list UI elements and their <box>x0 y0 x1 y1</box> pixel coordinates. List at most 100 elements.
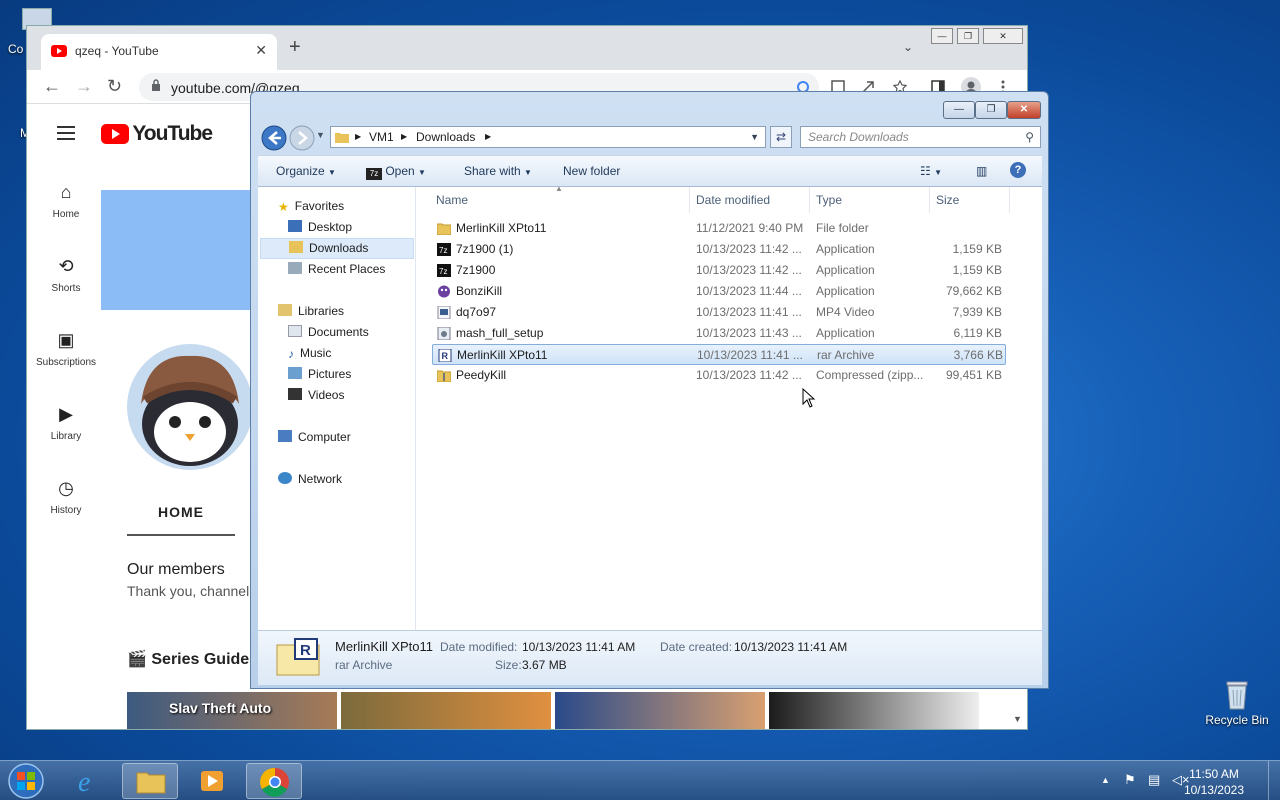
video-thumbnail[interactable] <box>769 692 979 729</box>
open-label: Open <box>385 164 415 178</box>
video-file-icon <box>437 306 451 319</box>
organize-button[interactable]: Organize ▼ <box>276 164 336 178</box>
search-icon[interactable]: ⚲ <box>1025 127 1034 147</box>
file-row[interactable]: BonziKill 10/13/2023 11:44 ... Applicati… <box>432 281 1006 302</box>
taskbar-media-player[interactable] <box>184 763 240 799</box>
file-date: 10/13/2023 11:41 ... <box>697 348 803 362</box>
file-row[interactable]: dq7o97 10/13/2023 11:41 ... MP4 Video 7,… <box>432 302 1006 323</box>
nav-music[interactable]: ♪ Music <box>288 346 331 361</box>
column-header-date[interactable]: Date modified <box>690 187 810 213</box>
file-row[interactable]: mash_full_setup 10/13/2023 11:43 ... App… <box>432 323 1006 344</box>
nav-desktop[interactable]: Desktop <box>288 220 352 234</box>
file-type: Compressed (zipp... <box>816 368 924 382</box>
explorer-window[interactable]: — ❐ ✕ ▼ ▶ VM1 ▶ Downloads ▶ ▼ ⇄ Search D… <box>250 91 1049 689</box>
back-arrow-icon[interactable] <box>261 125 287 151</box>
sidebar-item-subscriptions[interactable]: ▣ Subscriptions <box>27 330 105 368</box>
refresh-icon[interactable]: ⇄ <box>770 126 792 148</box>
chrome-close-button[interactable]: ✕ <box>983 28 1023 44</box>
column-header-name[interactable]: Name <box>430 187 690 213</box>
media-player-icon <box>201 771 223 791</box>
help-icon[interactable]: ? <box>1010 162 1026 178</box>
sidebar-item-shorts[interactable]: ⟲ Shorts <box>27 256 105 294</box>
recent-pages-chevron-icon[interactable]: ▼ <box>316 130 325 140</box>
breadcrumb-chevron-icon[interactable]: ▶ <box>355 127 361 147</box>
file-row[interactable]: MerlinKill XPto11 11/12/2021 9:40 PM Fil… <box>432 218 1006 239</box>
nav-downloads[interactable]: Downloads <box>260 238 414 259</box>
sidebar-item-library[interactable]: ▶ Library <box>27 404 105 442</box>
nav-videos[interactable]: Videos <box>288 388 344 402</box>
breadcrumb-downloads[interactable]: Downloads <box>416 127 475 147</box>
video-thumbnail[interactable]: Slav Theft Auto <box>127 692 337 729</box>
nav-pictures[interactable]: Pictures <box>288 367 351 381</box>
channel-avatar[interactable] <box>127 344 253 470</box>
nav-documents[interactable]: Documents <box>288 325 369 339</box>
forward-button[interactable]: → <box>75 76 93 97</box>
sidebar-item-home[interactable]: ⌂ Home <box>27 182 105 220</box>
chrome-restore-button[interactable]: ❐ <box>957 28 979 44</box>
members-subtitle: Thank you, channel <box>127 583 250 599</box>
nav-favorites[interactable]: ★ Favorites <box>278 199 344 214</box>
file-date: 10/13/2023 11:44 ... <box>696 284 802 298</box>
explorer-minimize-button[interactable]: — <box>943 101 975 119</box>
new-tab-button[interactable]: + <box>289 36 301 59</box>
tab-search-icon[interactable]: ⌄ <box>903 40 913 54</box>
file-row[interactable]: 7z 7z1900 (1) 10/13/2023 11:42 ... Appli… <box>432 239 1006 260</box>
nav-label: Desktop <box>308 220 353 234</box>
explorer-maximize-button[interactable]: ❐ <box>975 101 1007 119</box>
action-center-flag-icon[interactable]: ⚑ <box>1124 772 1136 788</box>
breadcrumb-vm1[interactable]: VM1 <box>369 127 394 147</box>
view-options-icon[interactable]: ☷ ▼ <box>920 164 942 178</box>
explorer-close-button[interactable]: ✕ <box>1007 101 1041 119</box>
file-row[interactable]: 7z 7z1900 10/13/2023 11:42 ... Applicati… <box>432 260 1006 281</box>
address-dropdown-icon[interactable]: ▼ <box>750 127 759 147</box>
back-button[interactable]: ← <box>43 76 61 97</box>
rar-icon: R <box>438 349 452 362</box>
preview-pane-icon[interactable]: ▥ <box>976 164 987 178</box>
file-row-selected[interactable]: R MerlinKill XPto11 10/13/2023 11:41 ...… <box>432 344 1006 365</box>
details-size-label: Size: <box>495 658 522 672</box>
svg-text:e: e <box>78 767 90 798</box>
tab-close-icon[interactable]: ✕ <box>255 42 267 59</box>
show-desktop-button[interactable] <box>1268 761 1280 800</box>
nav-network[interactable]: Network <box>278 472 342 486</box>
youtube-logo[interactable]: YouTube <box>101 122 213 146</box>
system-clock[interactable]: 11:50 AM 10/13/2023 <box>1184 766 1244 798</box>
breadcrumb-chevron-icon[interactable]: ▶ <box>485 127 491 147</box>
details-filename: MerlinKill XPto11 <box>335 639 434 654</box>
taskbar-file-explorer[interactable] <box>122 763 178 799</box>
forward-arrow-icon[interactable] <box>289 125 315 151</box>
search-input[interactable]: Search Downloads ⚲ <box>800 126 1041 148</box>
music-icon: ♪ <box>288 347 294 361</box>
browser-tab[interactable]: qzeq - YouTube ✕ <box>41 34 277 70</box>
network-tray-icon[interactable]: ▤ <box>1148 772 1160 788</box>
hamburger-menu-icon[interactable] <box>57 126 75 144</box>
tray-expand-icon[interactable]: ▲ <box>1101 775 1110 785</box>
nav-libraries[interactable]: Libraries <box>278 304 344 318</box>
sidebar-item-label: History <box>50 505 82 516</box>
sidebar-item-label: Home <box>52 209 80 220</box>
chrome-minimize-button[interactable]: — <box>931 28 953 44</box>
column-header-type[interactable]: Type <box>810 187 930 213</box>
tab-home[interactable]: HOME <box>127 504 235 520</box>
taskbar-chrome[interactable] <box>246 763 302 799</box>
breadcrumb-chevron-icon[interactable]: ▶ <box>401 127 407 147</box>
reload-button[interactable]: ↻ <box>107 76 122 97</box>
nav-label: Documents <box>308 325 369 339</box>
libraries-icon <box>278 304 292 316</box>
sidebar-item-history[interactable]: ◷ History <box>27 478 105 516</box>
column-header-size[interactable]: Size <box>930 187 1010 213</box>
address-bar[interactable]: ▶ VM1 ▶ Downloads ▶ ▼ <box>330 126 766 148</box>
taskbar-internet-explorer[interactable]: e <box>62 763 118 799</box>
open-button[interactable]: 7z Open ▼ <box>366 164 426 180</box>
nav-computer[interactable]: Computer <box>278 430 351 444</box>
share-with-button[interactable]: Share with ▼ <box>464 164 532 178</box>
file-date: 10/13/2023 11:42 ... <box>696 242 802 256</box>
video-thumbnail[interactable] <box>341 692 551 729</box>
recycle-bin[interactable]: Recycle Bin <box>1197 678 1277 727</box>
new-folder-button[interactable]: New folder <box>563 164 620 178</box>
scroll-down-arrow-icon[interactable]: ▼ <box>1013 714 1022 724</box>
video-thumbnail[interactable] <box>555 692 765 729</box>
start-button-icon[interactable] <box>6 761 46 800</box>
nav-recent-places[interactable]: Recent Places <box>288 262 385 276</box>
file-row[interactable]: PeedyKill 10/13/2023 11:42 ... Compresse… <box>432 365 1006 386</box>
